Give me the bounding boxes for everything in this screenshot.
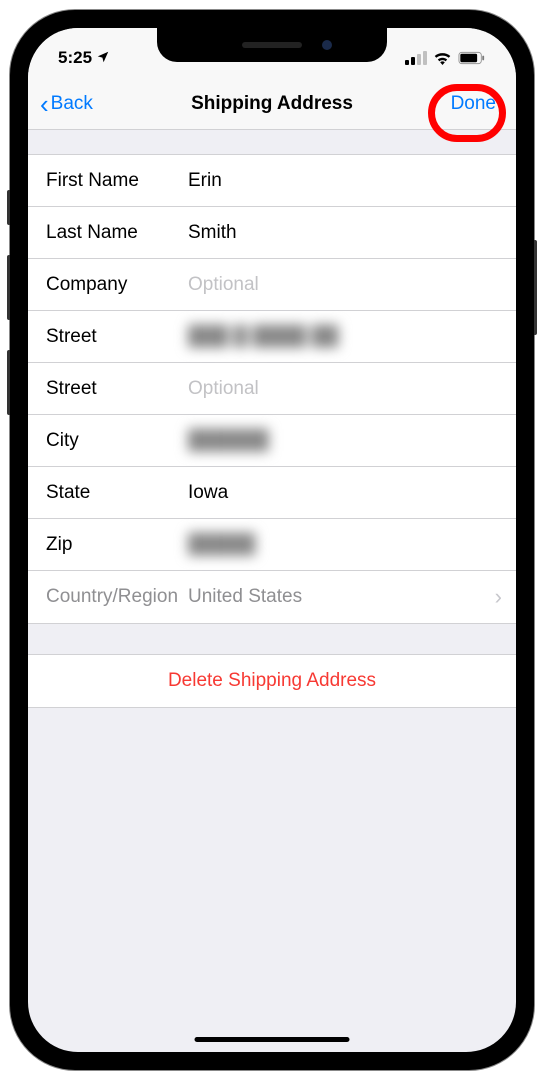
street1-field[interactable]: ███ █ ████ ██	[188, 326, 516, 348]
zip-label: Zip	[46, 534, 188, 556]
back-button[interactable]: ‹ Back	[40, 91, 93, 117]
state-row[interactable]: State Iowa	[28, 467, 516, 519]
last-name-field[interactable]: Smith	[188, 222, 516, 244]
notch	[157, 28, 387, 62]
battery-icon	[458, 51, 486, 65]
company-row[interactable]: Company	[28, 259, 516, 311]
company-label: Company	[46, 274, 188, 296]
home-indicator[interactable]	[195, 1037, 350, 1042]
delete-address-button[interactable]: Delete Shipping Address	[28, 655, 516, 707]
status-time: 5:25	[58, 48, 92, 68]
status-time-area: 5:25	[58, 48, 110, 68]
state-field[interactable]: Iowa	[188, 482, 516, 504]
street1-label: Street	[46, 326, 188, 348]
country-field[interactable]: United States	[188, 586, 495, 608]
page-title: Shipping Address	[191, 93, 353, 115]
side-button-right	[534, 240, 537, 335]
zip-field[interactable]: █████	[188, 534, 516, 556]
street2-label: Street	[46, 378, 188, 400]
street2-row[interactable]: Street	[28, 363, 516, 415]
nav-bar: ‹ Back Shipping Address Done	[28, 78, 516, 130]
phone-frame: 5:25	[10, 10, 534, 1070]
street1-row[interactable]: Street ███ █ ████ ██	[28, 311, 516, 363]
city-label: City	[46, 430, 188, 452]
location-arrow-icon	[96, 50, 110, 67]
back-label: Back	[51, 93, 93, 115]
city-row[interactable]: City ██████	[28, 415, 516, 467]
first-name-field[interactable]: Erin	[188, 170, 516, 192]
cell-signal-icon	[405, 51, 427, 65]
first-name-label: First Name	[46, 170, 188, 192]
screen: 5:25	[28, 28, 516, 1052]
chevron-right-icon: ›	[495, 584, 516, 610]
first-name-row[interactable]: First Name Erin	[28, 155, 516, 207]
side-buttons-left	[7, 190, 10, 415]
state-label: State	[46, 482, 188, 504]
delete-section: Delete Shipping Address	[28, 654, 516, 708]
company-field[interactable]	[188, 274, 516, 296]
city-field[interactable]: ██████	[188, 430, 516, 452]
last-name-label: Last Name	[46, 222, 188, 244]
status-indicators	[405, 51, 486, 65]
content-area: First Name Erin Last Name Smith Company …	[28, 130, 516, 708]
last-name-row[interactable]: Last Name Smith	[28, 207, 516, 259]
country-row[interactable]: Country/Region United States ›	[28, 571, 516, 623]
country-label: Country/Region	[46, 586, 188, 608]
wifi-icon	[433, 51, 452, 65]
chevron-left-icon: ‹	[40, 91, 49, 117]
street2-field[interactable]	[188, 378, 516, 400]
zip-row[interactable]: Zip █████	[28, 519, 516, 571]
done-button[interactable]: Done	[443, 89, 504, 119]
address-form: First Name Erin Last Name Smith Company …	[28, 154, 516, 624]
